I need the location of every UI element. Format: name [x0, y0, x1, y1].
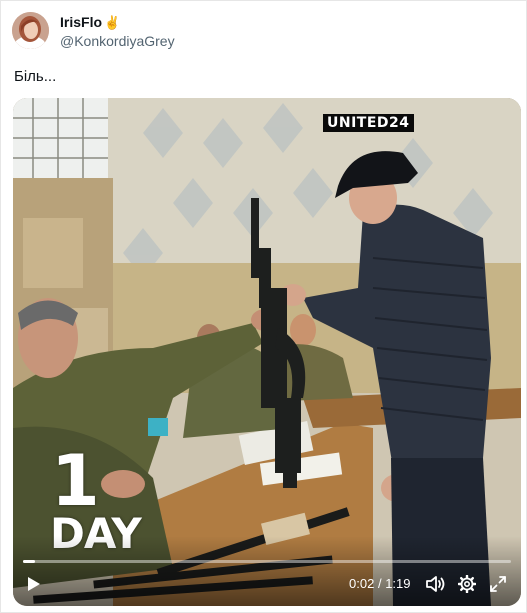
victory-hand-emoji: ✌ — [104, 15, 121, 30]
time-separator: / — [377, 576, 382, 591]
play-icon — [28, 577, 40, 591]
progress-bar[interactable] — [23, 560, 511, 563]
settings-button[interactable] — [456, 572, 478, 596]
duration: 1:19 — [385, 576, 411, 591]
time-display: 0:02 / 1:19 — [349, 576, 411, 592]
tweet-card[interactable]: IrisFlo ✌ @KonkordiyaGrey Біль... UNITED… — [0, 0, 527, 613]
video-player[interactable]: UNITED24 1 DAY 0:02 / 1:19 — [13, 98, 521, 606]
play-button[interactable] — [23, 572, 45, 596]
current-time: 0:02 — [349, 576, 375, 591]
author-display-name[interactable]: IrisFlo ✌ — [60, 13, 120, 32]
fullscreen-button[interactable] — [487, 572, 509, 596]
volume-icon — [426, 576, 445, 592]
united24-watermark: UNITED24 — [323, 114, 414, 132]
gear-icon — [458, 575, 476, 593]
avatar-image — [12, 12, 49, 49]
volume-button[interactable] — [425, 572, 447, 596]
overlay-day-number: 1 — [51, 440, 100, 522]
fullscreen-icon — [490, 576, 506, 592]
author-name-text: IrisFlo — [60, 14, 103, 30]
tweet-text: Біль... — [14, 68, 57, 85]
progress-fill — [23, 560, 36, 563]
avatar[interactable] — [12, 12, 49, 49]
author-handle[interactable]: @KonkordiyaGrey — [60, 32, 175, 50]
